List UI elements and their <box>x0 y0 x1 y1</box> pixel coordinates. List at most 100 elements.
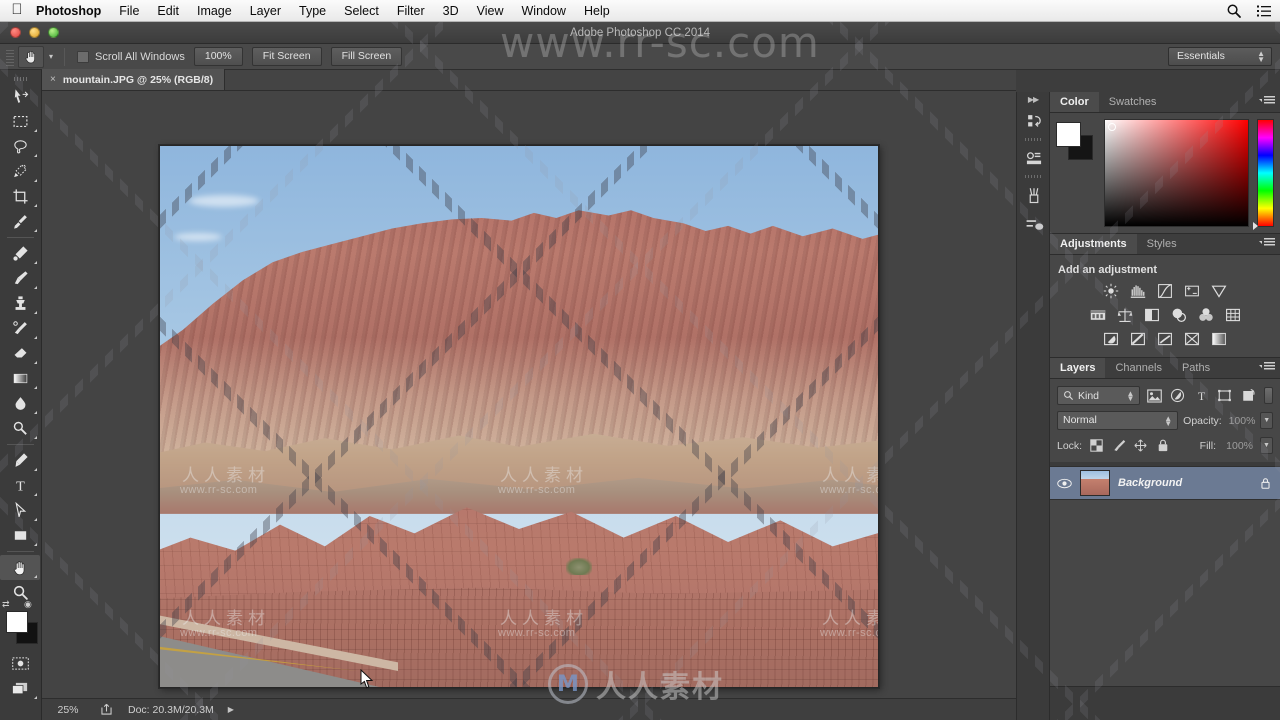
fill-screen-button[interactable]: Fill Screen <box>330 47 403 66</box>
device-preview-icon[interactable] <box>1017 143 1051 173</box>
channel-mixer-icon[interactable] <box>1197 306 1214 323</box>
gradient-tool[interactable] <box>0 366 40 391</box>
photo-filter-icon[interactable] <box>1170 306 1187 323</box>
clone-stamp-tool[interactable] <box>0 291 40 316</box>
menu-help[interactable]: Help <box>575 0 619 22</box>
menu-image[interactable]: Image <box>188 0 241 22</box>
layer-visibility-icon[interactable] <box>1056 478 1072 489</box>
lock-position-icon[interactable] <box>1133 438 1148 453</box>
crop-tool[interactable] <box>0 184 40 209</box>
type-tool[interactable]: T <box>0 473 40 498</box>
zoom-level[interactable]: 25% <box>42 704 94 716</box>
swap-colors-icon[interactable]: ⇄ <box>2 599 10 610</box>
panel-color-swatches[interactable] <box>1056 122 1096 162</box>
vibrance-icon[interactable] <box>1211 282 1228 299</box>
tab-paths[interactable]: Paths <box>1171 358 1221 378</box>
path-selection-tool[interactable] <box>0 498 40 523</box>
exposure-icon[interactable] <box>1184 282 1201 299</box>
default-colors-icon[interactable]: ◉ <box>24 599 32 610</box>
invert-icon[interactable] <box>1103 330 1120 347</box>
lock-image-pixels-icon[interactable] <box>1111 438 1126 453</box>
fill-stepper[interactable]: ▼ <box>1260 437 1273 454</box>
filter-shape-icon[interactable] <box>1216 386 1234 405</box>
fit-screen-button[interactable]: Fit Screen <box>251 47 322 66</box>
opacity-value[interactable]: 100% <box>1227 415 1256 427</box>
search-icon[interactable] <box>1226 3 1242 19</box>
history-brush-tool[interactable] <box>0 316 40 341</box>
hand-tool[interactable] <box>0 555 40 580</box>
move-tool[interactable] <box>0 84 40 109</box>
close-icon[interactable]: × <box>50 74 56 85</box>
lock-transparent-pixels-icon[interactable] <box>1089 438 1104 453</box>
menu-photoshop[interactable]: Photoshop <box>34 0 110 22</box>
menu-window[interactable]: Window <box>513 0 575 22</box>
checkbox-box[interactable] <box>77 50 89 63</box>
workspace-selector[interactable]: Essentials ▲ ▼ <box>1168 47 1272 66</box>
layer-locked-icon[interactable] <box>1258 477 1272 490</box>
layer-filter-kind-select[interactable]: Kind ▲ ▼ <box>1057 386 1141 405</box>
menu-filter[interactable]: Filter <box>388 0 434 22</box>
history-panel-icon[interactable] <box>1017 106 1051 136</box>
curves-icon[interactable] <box>1157 282 1174 299</box>
filter-adjustment-icon[interactable] <box>1169 386 1187 405</box>
tab-color[interactable]: Color <box>1050 92 1099 112</box>
tab-layers[interactable]: Layers <box>1050 358 1106 378</box>
options-bar-grip[interactable] <box>6 47 14 66</box>
color-spectrum-field[interactable] <box>1104 119 1249 227</box>
filter-pixel-icon[interactable] <box>1145 386 1163 405</box>
threshold-icon[interactable] <box>1157 330 1174 347</box>
dodge-tool[interactable] <box>0 416 40 441</box>
lasso-tool[interactable] <box>0 134 40 159</box>
quick-selection-tool[interactable] <box>0 159 40 184</box>
tab-channels[interactable]: Channels <box>1105 358 1172 378</box>
quick-mask-mode-icon[interactable] <box>0 651 40 676</box>
color-lookup-icon[interactable] <box>1224 306 1241 323</box>
tool-preset-chevron-icon[interactable]: ▾ <box>46 52 56 61</box>
menu-type[interactable]: Type <box>290 0 335 22</box>
brush-tool[interactable] <box>0 266 40 291</box>
document-tab[interactable]: × mountain.JPG @ 25% (RGB/8) <box>42 69 226 90</box>
apple-logo-icon[interactable]:  <box>0 2 34 19</box>
tab-swatches[interactable]: Swatches <box>1098 92 1167 112</box>
eraser-tool[interactable] <box>0 341 40 366</box>
tab-adjustments[interactable]: Adjustments <box>1050 234 1137 254</box>
image-canvas[interactable]: 人人素材 www.rr-sc.com 人人素材 www.rr-sc.com 人人… <box>159 145 879 688</box>
tab-styles[interactable]: Styles <box>1136 234 1187 254</box>
current-tool-hand-icon[interactable] <box>18 45 44 68</box>
menu-edit[interactable]: Edit <box>148 0 188 22</box>
gradient-map-icon[interactable] <box>1211 330 1228 347</box>
brush-settings-icon[interactable] <box>1017 210 1051 240</box>
menu-3d[interactable]: 3D <box>434 0 468 22</box>
blend-mode-select[interactable]: Normal ▲ ▼ <box>1057 411 1179 430</box>
scroll-all-windows-checkbox[interactable]: Scroll All Windows <box>77 50 185 63</box>
panel-foreground-swatch[interactable] <box>1056 122 1081 147</box>
brightness-contrast-icon[interactable] <box>1103 282 1120 299</box>
fill-value[interactable]: 100% <box>1223 440 1253 452</box>
notification-list-icon[interactable] <box>1256 3 1272 19</box>
screen-mode-icon[interactable] <box>0 676 40 701</box>
color-balance-icon[interactable] <box>1116 306 1133 323</box>
rectangle-tool[interactable] <box>0 523 40 548</box>
hue-saturation-icon[interactable] <box>1089 306 1106 323</box>
filter-type-icon[interactable]: T <box>1192 386 1210 405</box>
toolbar-grip[interactable] <box>0 74 41 84</box>
menu-view[interactable]: View <box>468 0 513 22</box>
eyedropper-tool[interactable] <box>0 209 40 234</box>
layer-thumbnail[interactable] <box>1080 470 1110 496</box>
filter-enable-toggle[interactable] <box>1264 387 1274 404</box>
menu-layer[interactable]: Layer <box>241 0 290 22</box>
levels-icon[interactable] <box>1130 282 1147 299</box>
menu-file[interactable]: File <box>110 0 148 22</box>
filter-smart-object-icon[interactable] <box>1239 386 1257 405</box>
zoom-100-button[interactable]: 100% <box>193 47 243 66</box>
status-expand-icon[interactable]: ▶ <box>228 705 234 714</box>
hue-slider[interactable] <box>1253 119 1274 230</box>
rectangular-marquee-tool[interactable] <box>0 109 40 134</box>
opacity-stepper[interactable]: ▼ <box>1260 412 1273 429</box>
posterize-icon[interactable] <box>1130 330 1147 347</box>
expand-panels-icon[interactable]: ▶▶ <box>1017 96 1049 106</box>
canvas[interactable]: 人人素材 www.rr-sc.com 人人素材 www.rr-sc.com 人人… <box>42 91 1016 698</box>
share-icon[interactable] <box>94 703 118 716</box>
blur-tool[interactable] <box>0 391 40 416</box>
layer-row-background[interactable]: Background <box>1050 466 1280 500</box>
